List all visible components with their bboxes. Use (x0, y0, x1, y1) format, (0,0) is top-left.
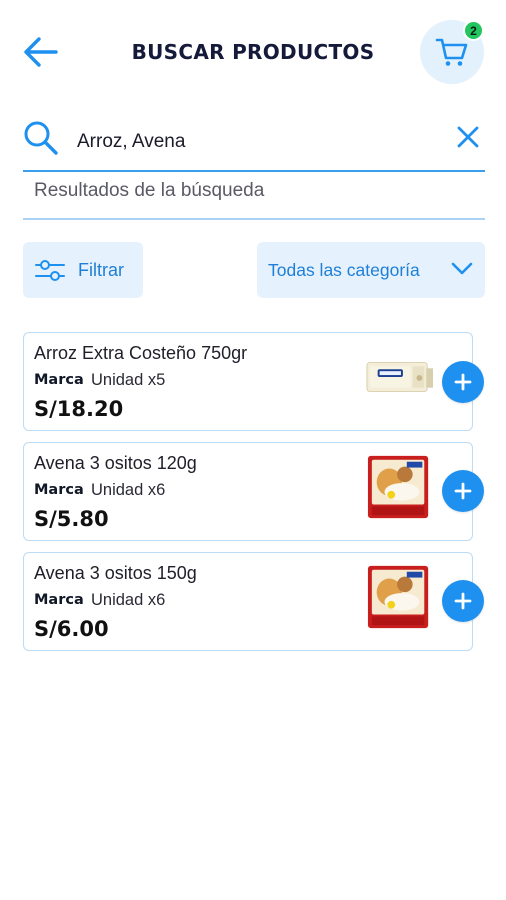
rice-package-image (366, 361, 434, 393)
plus-icon (454, 482, 472, 500)
chevron-down-icon (451, 262, 473, 275)
oats-bag-image (367, 565, 429, 629)
close-icon (457, 126, 479, 148)
product-unit: Unidad x5 (91, 371, 166, 389)
oats-bag-image (367, 455, 429, 519)
filter-button[interactable]: Filtrar (23, 242, 143, 298)
plus-icon (454, 592, 472, 610)
add-to-cart-button[interactable] (442, 580, 484, 622)
product-brand: Marca (34, 592, 84, 608)
product-card[interactable]: Avena 3 ositos 120g Marca Unidad x6 S/5.… (23, 442, 473, 541)
add-to-cart-button[interactable] (442, 470, 484, 512)
clear-search-button[interactable] (451, 120, 485, 154)
header: BUSCAR PRODUCTOS 2 (0, 0, 506, 105)
cart-count-badge: 2 (463, 20, 484, 41)
category-label: Todas las categoría (268, 259, 420, 280)
product-price: S/6.00 (34, 617, 109, 641)
product-card[interactable]: Avena 3 ositos 150g Marca Unidad x6 S/6.… (23, 552, 473, 651)
plus-icon (454, 373, 472, 391)
sliders-icon (35, 260, 65, 281)
add-to-cart-button[interactable] (442, 361, 484, 403)
shopping-cart-icon (435, 38, 468, 66)
filter-label: Filtrar (78, 259, 124, 280)
product-price: S/5.80 (34, 507, 109, 531)
product-name: Avena 3 ositos 150g (34, 563, 197, 583)
product-unit: Unidad x6 (91, 481, 166, 499)
search-bar (23, 112, 485, 172)
search-input[interactable] (77, 126, 437, 158)
product-name: Avena 3 ositos 120g (34, 453, 197, 473)
product-price: S/18.20 (34, 397, 124, 421)
product-brand: Marca (34, 372, 84, 388)
results-label: Resultados de la búsqueda (23, 178, 485, 220)
product-card[interactable]: Arroz Extra Costeño 750gr Marca Unidad x… (23, 332, 473, 431)
product-brand: Marca (34, 482, 84, 498)
product-name: Arroz Extra Costeño 750gr (34, 343, 248, 363)
product-unit: Unidad x6 (91, 591, 166, 609)
category-dropdown[interactable]: Todas las categoría (257, 242, 485, 298)
search-icon (24, 121, 58, 155)
